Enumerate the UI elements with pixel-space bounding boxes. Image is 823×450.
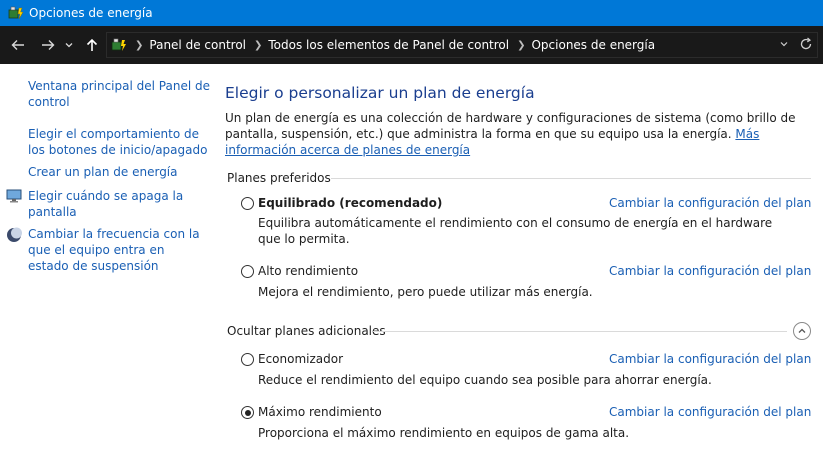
breadcrumb-separator[interactable]: ❯ [135, 40, 143, 51]
forward-button[interactable] [36, 33, 60, 57]
description-text: Un plan de energía es una colección de h… [225, 111, 796, 141]
plan-desc-balanced: Equilibra automáticamente el rendimiento… [258, 216, 773, 246]
change-plan-ultimate-performance-link[interactable]: Cambiar la configuración del plan [609, 405, 811, 419]
plan-desc-ultimate-performance: Proporciona el máximo rendimiento en equ… [258, 426, 630, 440]
plan-name-power-saver[interactable]: Economizador [258, 352, 343, 366]
page-title: Elegir o personalizar un plan de energía [225, 84, 535, 102]
address-dropdown-button[interactable] [779, 39, 789, 52]
main-content: Elegir o personalizar un plan de energía… [225, 64, 823, 450]
plan-desc-power-saver: Reduce el rendimiento del equipo cuando … [258, 373, 712, 387]
monitor-icon [6, 189, 22, 203]
breadcrumb-separator[interactable]: ❯ [254, 40, 262, 51]
display-off-link[interactable]: Elegir cuándo se apaga la pantalla [28, 188, 203, 220]
plan-name-balanced[interactable]: Equilibrado (recomendado) [258, 196, 442, 210]
power-options-icon [111, 38, 126, 51]
moon-icon [7, 227, 22, 242]
breadcrumb-control-panel[interactable]: Panel de control [149, 38, 246, 52]
control-panel-home-link[interactable]: Ventana principal del Panel de control [28, 78, 213, 110]
refresh-button[interactable] [799, 37, 813, 54]
power-buttons-link[interactable]: Elegir el comportamiento de los botones … [28, 126, 213, 158]
collapse-additional-plans-button[interactable] [793, 322, 811, 340]
power-options-icon [8, 6, 24, 20]
chevron-down-icon [780, 41, 788, 46]
sleep-frequency-link[interactable]: Cambiar la frecuencia con la que el equi… [28, 226, 203, 274]
chevron-down-icon [65, 43, 73, 48]
address-field[interactable]: ❯ Panel de control ❯ Todos los elementos… [106, 32, 818, 58]
change-plan-balanced-link[interactable]: Cambiar la configuración del plan [609, 196, 811, 210]
address-bar: ❯ Panel de control ❯ Todos los elementos… [0, 26, 823, 64]
section-divider [331, 178, 811, 179]
tasks-pane: Ventana principal del Panel de control E… [0, 64, 210, 450]
plan-radio-high-performance[interactable] [241, 265, 254, 278]
preferred-plans-header: Planes preferidos [227, 171, 331, 185]
plan-radio-power-saver[interactable] [241, 353, 254, 366]
refresh-icon [800, 37, 812, 49]
hide-additional-plans-header[interactable]: Ocultar planes adicionales [227, 324, 386, 338]
page-description: Un plan de energía es una colección de h… [225, 110, 810, 158]
section-divider [373, 331, 787, 332]
address-actions [779, 33, 813, 57]
plan-radio-balanced[interactable] [241, 197, 254, 210]
plan-name-high-performance[interactable]: Alto rendimiento [258, 264, 358, 278]
breadcrumb-separator[interactable]: ❯ [517, 40, 525, 51]
up-button[interactable] [80, 33, 104, 57]
title-bar: Opciones de energía [0, 0, 823, 26]
recent-locations-button[interactable] [62, 33, 76, 57]
change-plan-high-performance-link[interactable]: Cambiar la configuración del plan [609, 264, 811, 278]
change-plan-power-saver-link[interactable]: Cambiar la configuración del plan [609, 352, 811, 366]
arrow-left-icon [11, 40, 24, 50]
window-title: Opciones de energía [29, 6, 153, 20]
create-plan-link[interactable]: Crear un plan de energía [28, 164, 213, 180]
breadcrumb-power-options[interactable]: Opciones de energía [531, 38, 655, 52]
back-button[interactable] [6, 33, 30, 57]
chevron-up-icon [798, 328, 806, 333]
plan-desc-high-performance: Mejora el rendimiento, pero puede utiliz… [258, 285, 593, 299]
arrow-up-icon [86, 38, 98, 51]
plan-radio-ultimate-performance[interactable] [241, 406, 254, 419]
arrow-right-icon [42, 40, 55, 50]
plan-name-ultimate-performance[interactable]: Máximo rendimiento [258, 405, 382, 419]
breadcrumb-all-items[interactable]: Todos los elementos de Panel de control [268, 38, 509, 52]
